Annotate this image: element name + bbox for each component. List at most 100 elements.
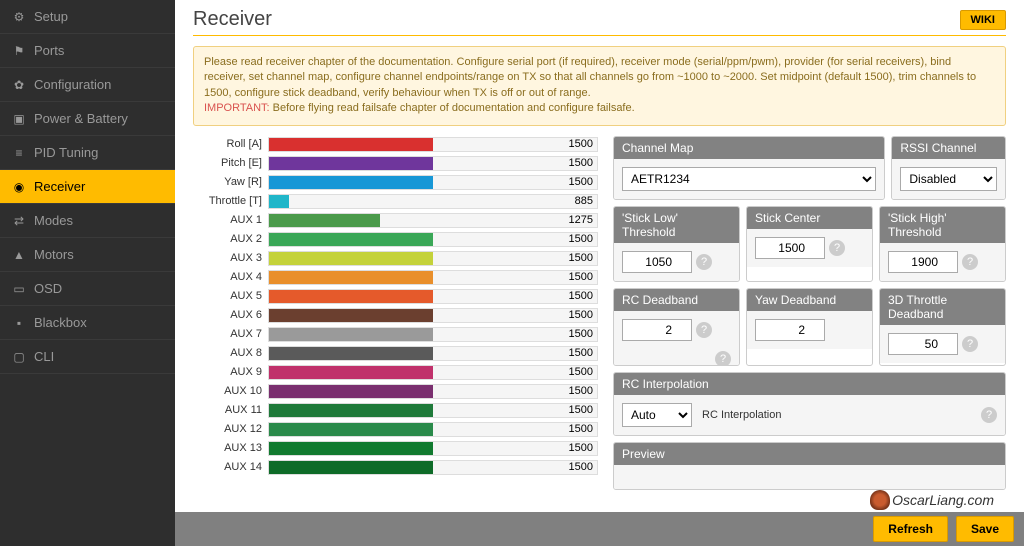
channel-row: AUX 2 1500 bbox=[193, 231, 598, 248]
important-label: IMPORTANT: bbox=[204, 102, 270, 114]
sidebar-item-setup[interactable]: ⚙Setup bbox=[0, 0, 175, 34]
rc-interp-header: RC Interpolation bbox=[614, 373, 1005, 395]
nav-icon: ⚑ bbox=[12, 44, 26, 58]
channel-value: 1500 bbox=[569, 442, 593, 455]
channel-value: 1500 bbox=[569, 290, 593, 303]
channel-bar: 1500 bbox=[268, 441, 598, 456]
channel-value: 1500 bbox=[569, 461, 593, 474]
channel-value: 1275 bbox=[569, 214, 593, 227]
help-icon[interactable]: ? bbox=[696, 322, 712, 338]
nav-icon: ▢ bbox=[12, 350, 26, 364]
channel-value: 1500 bbox=[569, 366, 593, 379]
rc-interp-select[interactable]: Auto bbox=[622, 403, 692, 427]
sidebar-item-blackbox[interactable]: ▪ Blackbox bbox=[0, 306, 175, 340]
stick-center-input[interactable] bbox=[755, 237, 825, 259]
channel-label: AUX 14 bbox=[193, 461, 268, 473]
channel-value: 1500 bbox=[569, 385, 593, 398]
channel-bar: 1500 bbox=[268, 384, 598, 399]
sidebar-item-motors[interactable]: ▲ Motors bbox=[0, 238, 175, 272]
channel-value: 1500 bbox=[569, 271, 593, 284]
nav-icon: ▪ bbox=[12, 316, 26, 330]
help-icon[interactable]: ? bbox=[962, 336, 978, 352]
channel-row: AUX 1 1275 bbox=[193, 212, 598, 229]
channel-row: AUX 4 1500 bbox=[193, 269, 598, 286]
channel-value: 885 bbox=[575, 195, 593, 208]
channel-row: AUX 13 1500 bbox=[193, 440, 598, 457]
channel-bar: 1500 bbox=[268, 137, 598, 152]
yaw-deadband-input[interactable] bbox=[755, 319, 825, 341]
channel-label: Roll [A] bbox=[193, 138, 268, 150]
nav-icon: ◉ bbox=[12, 180, 26, 194]
help-icon[interactable]: ? bbox=[962, 254, 978, 270]
footer-bar: Refresh Save bbox=[175, 512, 1024, 546]
channel-value: 1500 bbox=[569, 138, 593, 151]
channel-label: Pitch [E] bbox=[193, 157, 268, 169]
channel-label: Throttle [T] bbox=[193, 195, 268, 207]
refresh-button[interactable]: Refresh bbox=[873, 516, 948, 542]
nav-label: Configuration bbox=[34, 77, 111, 92]
rc-deadband-input[interactable] bbox=[622, 319, 692, 341]
nav-label: CLI bbox=[34, 349, 54, 364]
help-icon[interactable]: ? bbox=[829, 240, 845, 256]
watermark-text: OscarLiang.com bbox=[892, 492, 994, 508]
stick-high-header: 'Stick High' Threshold bbox=[880, 207, 1005, 243]
sidebar-item-modes[interactable]: ⇄Modes bbox=[0, 204, 175, 238]
nav-label: Motors bbox=[34, 247, 74, 262]
preview-header: Preview bbox=[614, 443, 1005, 465]
sidebar-item-power-battery[interactable]: ▣Power & Battery bbox=[0, 102, 175, 136]
channel-map-header: Channel Map bbox=[614, 137, 884, 159]
sidebar-item-cli[interactable]: ▢ CLI bbox=[0, 340, 175, 374]
nav-icon: ▲ bbox=[12, 248, 26, 262]
channel-row: AUX 11 1500 bbox=[193, 402, 598, 419]
channel-label: AUX 11 bbox=[193, 404, 268, 416]
channel-bar: 1500 bbox=[268, 403, 598, 418]
channel-label: AUX 13 bbox=[193, 442, 268, 454]
channel-value: 1500 bbox=[569, 252, 593, 265]
channel-bar: 1500 bbox=[268, 175, 598, 190]
sidebar: ⚙Setup⚑Ports✿Configuration▣Power & Batte… bbox=[0, 0, 175, 546]
stick-high-input[interactable] bbox=[888, 251, 958, 273]
rssi-select[interactable]: Disabled bbox=[900, 167, 997, 191]
important-text: Before flying read failsafe chapter of d… bbox=[270, 102, 635, 114]
channel-row: AUX 9 1500 bbox=[193, 364, 598, 381]
channel-bar: 1500 bbox=[268, 365, 598, 380]
stick-center-header: Stick Center bbox=[747, 207, 872, 229]
channel-row: Pitch [E] 1500 bbox=[193, 155, 598, 172]
channel-row: AUX 3 1500 bbox=[193, 250, 598, 267]
watermark: OscarLiang.com bbox=[870, 490, 994, 510]
sidebar-item-pid-tuning[interactable]: ≡PID Tuning bbox=[0, 136, 175, 170]
help-icon[interactable]: ? bbox=[981, 407, 997, 423]
nav-label: Blackbox bbox=[34, 315, 87, 330]
channel-label: AUX 6 bbox=[193, 309, 268, 321]
channel-row: AUX 12 1500 bbox=[193, 421, 598, 438]
channel-label: Yaw [R] bbox=[193, 176, 268, 188]
nav-label: PID Tuning bbox=[34, 145, 98, 160]
rssi-header: RSSI Channel bbox=[892, 137, 1005, 159]
channel-label: AUX 3 bbox=[193, 252, 268, 264]
nav-label: Modes bbox=[34, 213, 73, 228]
channel-value: 1500 bbox=[569, 157, 593, 170]
help-icon[interactable]: ? bbox=[715, 351, 731, 366]
wiki-button[interactable]: WIKI bbox=[960, 10, 1006, 30]
channel-bar: 1275 bbox=[268, 213, 598, 228]
sidebar-item-osd[interactable]: ▭OSD bbox=[0, 272, 175, 306]
sidebar-item-receiver[interactable]: ◉ Receiver bbox=[0, 170, 175, 204]
channel-bar: 1500 bbox=[268, 270, 598, 285]
note-text: Please read receiver chapter of the docu… bbox=[204, 56, 976, 99]
channel-bar: 1500 bbox=[268, 289, 598, 304]
help-icon[interactable]: ? bbox=[696, 254, 712, 270]
page-header: Receiver WIKI bbox=[193, 8, 1006, 36]
nav-label: Setup bbox=[34, 9, 68, 24]
channel-label: AUX 9 bbox=[193, 366, 268, 378]
nav-label: Receiver bbox=[34, 179, 85, 194]
nav-icon: ▭ bbox=[12, 282, 26, 296]
sidebar-item-configuration[interactable]: ✿Configuration bbox=[0, 68, 175, 102]
channel-map-select[interactable]: AETR1234 bbox=[622, 167, 876, 191]
channel-value: 1500 bbox=[569, 233, 593, 246]
rc-deadband-header: RC Deadband bbox=[614, 289, 739, 311]
stick-low-input[interactable] bbox=[622, 251, 692, 273]
save-button[interactable]: Save bbox=[956, 516, 1014, 542]
sidebar-item-ports[interactable]: ⚑Ports bbox=[0, 34, 175, 68]
main-content: Receiver WIKI Please read receiver chapt… bbox=[175, 0, 1024, 546]
throttle-deadband-input[interactable] bbox=[888, 333, 958, 355]
